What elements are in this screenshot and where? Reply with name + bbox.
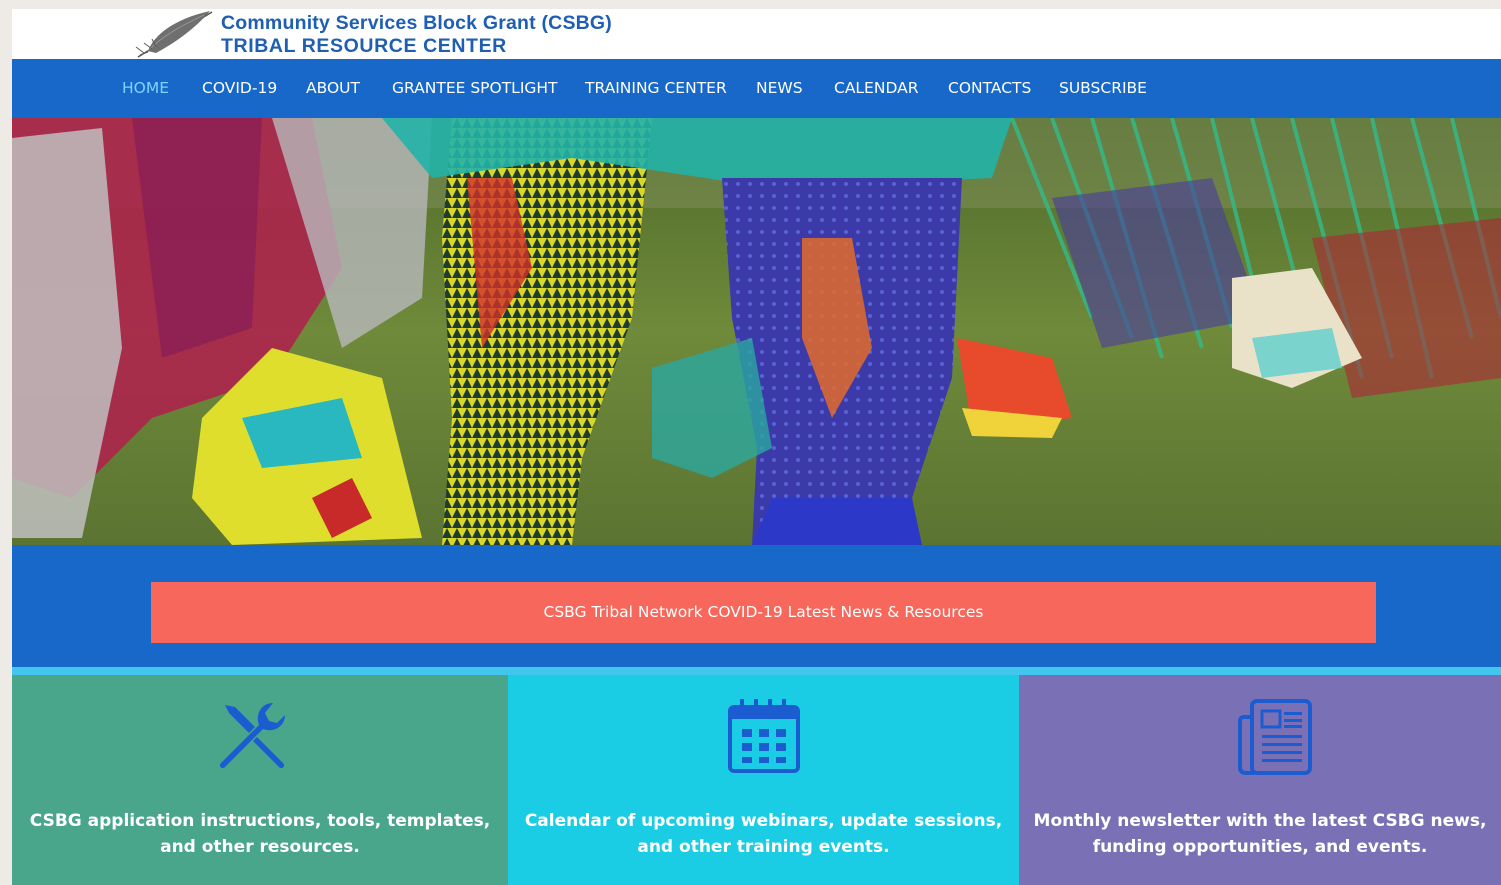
calendar-icon bbox=[728, 699, 800, 773]
nav-training-center[interactable]: TRAINING CENTER bbox=[585, 59, 727, 118]
nav-subscribe[interactable]: SUBSCRIBE bbox=[1059, 59, 1147, 118]
site-title-line1: Community Services Block Grant (CSBG) bbox=[221, 12, 612, 34]
feature-card-newsletter[interactable]: Monthly newsletter with the latest CSBG … bbox=[1019, 675, 1501, 885]
feature-card-calendar[interactable]: Calendar of upcoming webinars, update se… bbox=[508, 675, 1019, 885]
tools-icon bbox=[219, 703, 285, 769]
feather-icon bbox=[135, 11, 213, 58]
nav-covid-19[interactable]: COVID-19 bbox=[202, 59, 277, 118]
main-nav: HOME COVID-19 ABOUT GRANTEE SPOTLIGHT TR… bbox=[12, 59, 1501, 118]
feature-text-calendar: Calendar of upcoming webinars, update se… bbox=[524, 811, 1003, 857]
nav-grantee-spotlight[interactable]: GRANTEE SPOTLIGHT bbox=[392, 59, 558, 118]
page: Community Services Block Grant (CSBG) TR… bbox=[12, 9, 1501, 885]
nav-news[interactable]: NEWS bbox=[756, 59, 803, 118]
site-header: Community Services Block Grant (CSBG) TR… bbox=[12, 9, 1501, 59]
nav-about[interactable]: ABOUT bbox=[306, 59, 360, 118]
site-logo-link[interactable]: Community Services Block Grant (CSBG) TR… bbox=[221, 12, 612, 58]
covid-resources-button[interactable]: CSBG Tribal Network COVID-19 Latest News… bbox=[151, 582, 1376, 643]
hero-image bbox=[12, 118, 1501, 545]
newspaper-icon bbox=[1238, 699, 1312, 775]
section-divider bbox=[12, 667, 1501, 675]
feature-card-resources[interactable]: CSBG application instructions, tools, te… bbox=[12, 675, 508, 885]
nav-home[interactable]: HOME bbox=[122, 59, 169, 118]
site-title-line2: TRIBAL RESOURCE CENTER bbox=[221, 35, 507, 57]
nav-calendar[interactable]: CALENDAR bbox=[834, 59, 919, 118]
feature-text-resources: CSBG application instructions, tools, te… bbox=[29, 811, 491, 857]
covid-banner-section: CSBG Tribal Network COVID-19 Latest News… bbox=[12, 545, 1501, 667]
nav-contacts[interactable]: CONTACTS bbox=[948, 59, 1031, 118]
feature-text-newsletter: Monthly newsletter with the latest CSBG … bbox=[1033, 811, 1487, 857]
